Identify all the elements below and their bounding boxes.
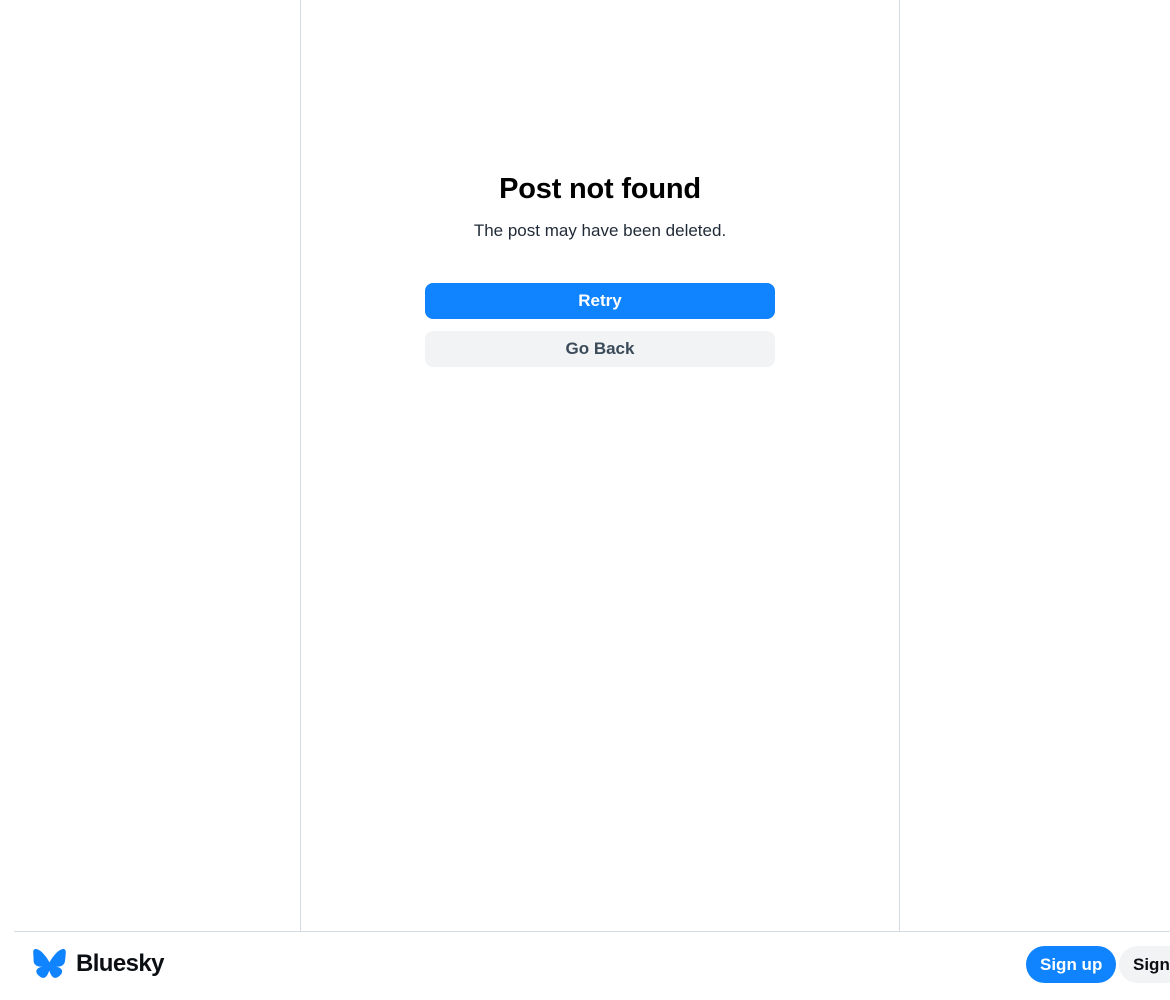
- error-subtitle: The post may have been deleted.: [473, 221, 727, 240]
- bluesky-logo[interactable]: Bluesky: [33, 949, 164, 978]
- butterfly-icon: [33, 949, 66, 978]
- page: Post not found The post may have been de…: [0, 0, 1170, 1000]
- logged-out-footer-bar: Bluesky Sign up Sign in: [14, 931, 1170, 1000]
- retry-button[interactable]: Retry: [425, 283, 775, 319]
- sign-up-button[interactable]: Sign up: [1026, 946, 1117, 983]
- error-message: Post not found The post may have been de…: [301, 170, 899, 367]
- brand-name: Bluesky: [76, 949, 164, 977]
- main-column: Post not found The post may have been de…: [300, 0, 900, 931]
- sign-in-button[interactable]: Sign in: [1119, 946, 1170, 983]
- error-title: Post not found: [499, 173, 701, 205]
- go-back-button[interactable]: Go Back: [425, 331, 775, 367]
